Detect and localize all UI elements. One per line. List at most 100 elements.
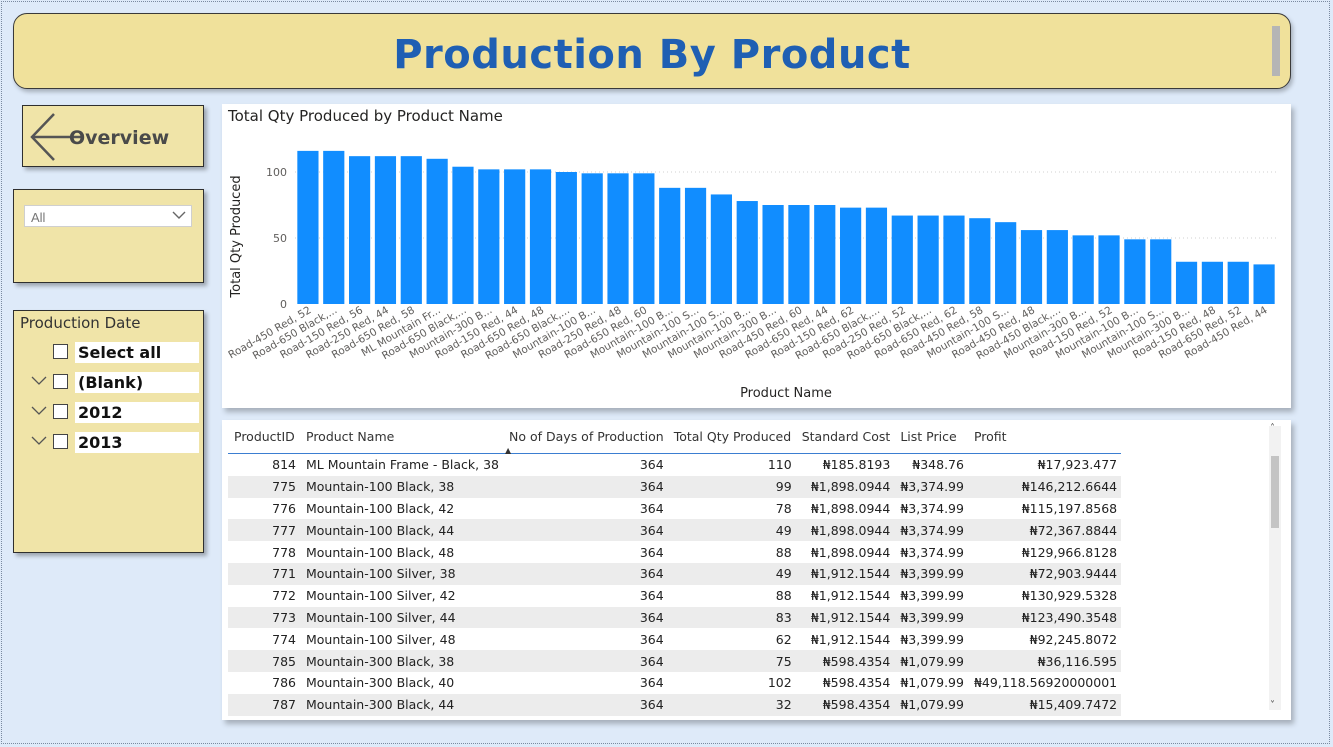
table-row[interactable]: 785 Mountain-300 Black, 38 364 75 ₦598.4354 ₦…	[228, 650, 1122, 672]
overview-label: Overview	[69, 127, 170, 149]
table-row[interactable]: 814 ML Mountain Frame - Black, 38 364 110 ₦1…	[228, 454, 1121, 476]
bar[interactable]	[1150, 239, 1172, 304]
bar[interactable]	[607, 173, 629, 304]
bar[interactable]	[426, 158, 448, 304]
checkbox[interactable]	[53, 344, 68, 359]
bar[interactable]	[891, 215, 913, 304]
bar[interactable]	[1124, 239, 1146, 304]
cell-days: 364	[639, 588, 664, 604]
column-header-standard-cost[interactable]: Standard Cost	[795, 420, 895, 454]
bar[interactable]	[969, 218, 991, 304]
cell-product-name: Mountain-100 Silver, 44	[300, 606, 504, 629]
cell-days: 364	[639, 675, 664, 691]
bar[interactable]	[814, 205, 836, 304]
bar[interactable]	[1175, 261, 1198, 304]
checkbox[interactable]	[53, 434, 68, 449]
slicer-item-blank[interactable]: (Blank)	[14, 371, 205, 393]
cell-standard-cost: ₦1,898.0944	[810, 544, 891, 560]
chevron-down-icon[interactable]	[31, 376, 47, 386]
cell-list-price: ₦3,374.99	[894, 519, 968, 542]
bar[interactable]	[478, 169, 500, 304]
scrollbar-thumb[interactable]	[1271, 456, 1279, 528]
table-row[interactable]: 776 Mountain-100 Black, 42 364 78 ₦1,898.094…	[228, 498, 1121, 520]
title-scrollbar[interactable]	[1272, 26, 1280, 76]
column-header-productid[interactable]: ProductID	[228, 420, 300, 454]
cell-total-qty: 88	[775, 544, 792, 560]
chevron-down-icon[interactable]	[31, 406, 47, 416]
bar[interactable]	[400, 156, 422, 304]
bar[interactable]	[865, 207, 888, 304]
table-row[interactable]: 778 Mountain-100 Black, 48 364 88 ₦1,898.094…	[228, 541, 1121, 563]
bar[interactable]	[555, 172, 577, 304]
bar[interactable]	[762, 205, 784, 304]
cell-standard-cost: ₦598.4354	[795, 693, 895, 716]
bar[interactable]	[788, 205, 810, 304]
bar[interactable]	[581, 173, 603, 304]
bar[interactable]	[684, 187, 707, 304]
bar[interactable]	[323, 150, 345, 304]
cell-product-name: Mountain-100 Silver, 42	[306, 588, 456, 604]
cell-productid: 785	[228, 650, 300, 672]
cell-total-qty: 99	[667, 475, 796, 498]
slicer-item-2012[interactable]: 2012	[14, 401, 205, 423]
bar[interactable]	[1072, 235, 1094, 304]
table-row[interactable]: 775 Mountain-100 Black, 38 364 99 ₦1,898.094…	[228, 475, 1122, 498]
slicer-item-label: (Blank)	[75, 372, 199, 393]
cell-days: 364	[503, 693, 668, 716]
bar[interactable]	[297, 150, 319, 304]
cell-total-qty: 49	[667, 562, 796, 585]
cell-days: 364	[503, 562, 668, 585]
cell-productid: 787	[228, 693, 300, 716]
bar[interactable]	[633, 173, 655, 304]
bar[interactable]	[349, 156, 371, 304]
table-row[interactable]: 786 Mountain-300 Black, 40 364 102 ₦598.4354…	[228, 672, 1121, 694]
bar[interactable]	[1098, 235, 1120, 304]
checkbox[interactable]	[53, 404, 68, 419]
table-row[interactable]: 773 Mountain-100 Silver, 44 364 83 ₦1,912.15…	[228, 606, 1122, 629]
table-row[interactable]: 771 Mountain-100 Silver, 38 364 49 ₦1,912.15…	[228, 562, 1122, 585]
overview-button[interactable]: Overview	[22, 105, 204, 167]
column-header-total-qty[interactable]: Total Qty Produced	[667, 420, 796, 454]
checkbox[interactable]	[53, 374, 68, 389]
bar[interactable]	[995, 222, 1017, 304]
bar[interactable]	[374, 156, 397, 304]
table-row[interactable]: 777 Mountain-100 Black, 44 364 49 ₦1,898.094…	[228, 519, 1122, 542]
cell-product-name: Mountain-100 Black, 44	[300, 519, 504, 542]
bar-chart-card: Total Qty Produced by Product Name 0 50 10…	[222, 104, 1291, 408]
production-date-slicer: Production Date Select all (Blank) 2012 …	[13, 310, 204, 553]
bar[interactable]	[1020, 230, 1043, 304]
bar[interactable]	[1253, 264, 1275, 304]
table-row[interactable]: 774 Mountain-100 Silver, 48 364 62 ₦1,912.15…	[228, 628, 1121, 650]
cell-product-name: ML Mountain Frame - Black, 38	[306, 457, 500, 473]
scroll-down-icon[interactable]: ˅	[1270, 700, 1275, 711]
bar[interactable]	[1201, 261, 1223, 304]
bar[interactable]	[1046, 230, 1068, 304]
bar[interactable]	[917, 215, 939, 304]
bar[interactable]	[659, 187, 681, 304]
bar[interactable]	[452, 166, 474, 304]
bar[interactable]	[1227, 261, 1249, 304]
cell-list-price: ₦3,399.99	[900, 588, 964, 604]
bar[interactable]	[840, 207, 862, 304]
table-scrollbar[interactable]: ˄ ˅	[1269, 423, 1281, 711]
product-filter-dropdown[interactable]: All	[24, 205, 192, 227]
cell-total-qty: 88	[775, 588, 792, 604]
chevron-down-icon[interactable]	[31, 436, 47, 446]
slicer-item-2013[interactable]: 2013	[14, 431, 205, 453]
table-row[interactable]: 787 Mountain-300 Black, 44 364 32 ₦598.4354 ₦…	[228, 693, 1122, 716]
column-header-profit[interactable]: Profit	[967, 420, 1122, 454]
bar[interactable]	[943, 215, 965, 304]
bar[interactable]	[529, 169, 552, 304]
bar[interactable]	[504, 169, 526, 304]
bar[interactable]	[710, 194, 732, 304]
bar[interactable]	[736, 201, 758, 304]
cell-profit: ₦146,212.6644	[967, 475, 1122, 498]
column-header-days-of-production[interactable]: No of Days of Production ▲	[503, 420, 668, 455]
column-header-list-price[interactable]: List Price	[894, 420, 968, 454]
column-header-product-name[interactable]: Product Name	[300, 420, 504, 454]
scroll-up-icon[interactable]: ˄	[1270, 423, 1275, 434]
cell-profit: ₦123,490.3548	[967, 606, 1122, 629]
slicer-item-select-all[interactable]: Select all	[14, 341, 205, 363]
cell-profit: ₦36,116.595	[967, 650, 1122, 672]
table-row[interactable]: 772 Mountain-100 Silver, 42 364 88 ₦1,912.15…	[228, 585, 1121, 607]
